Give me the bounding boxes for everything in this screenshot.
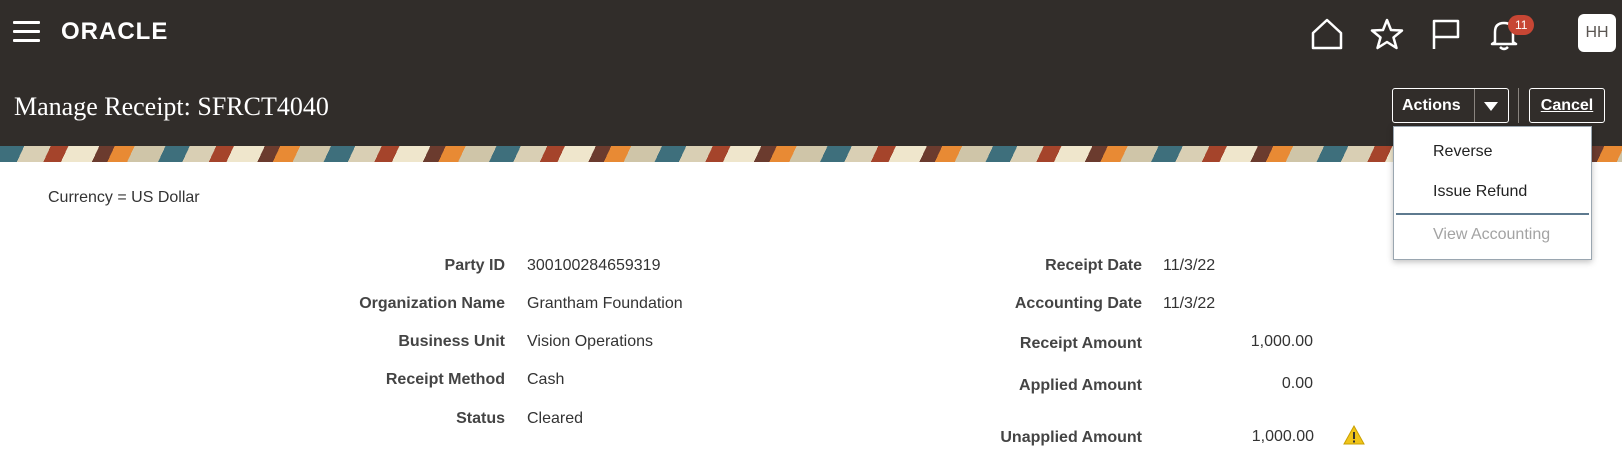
star-icon[interactable] — [1369, 16, 1405, 52]
accounting-date-label: Accounting Date — [1014, 295, 1142, 312]
actions-button-divider — [1474, 89, 1475, 122]
page-title: Manage Receipt: SFRCT4040 — [14, 92, 329, 121]
menu-divider — [1396, 213, 1589, 215]
oracle-logo[interactable]: ORACLE — [61, 18, 168, 46]
business-unit-value: Vision Operations — [527, 333, 653, 350]
organization-name-value: Grantham Foundation — [527, 295, 683, 312]
party-id-label: Party ID — [444, 257, 505, 274]
decorative-banner — [0, 146, 1622, 162]
home-icon[interactable] — [1309, 16, 1345, 52]
applied-amount-value[interactable]: 0.00 — [1282, 375, 1313, 393]
user-avatar[interactable]: HH — [1578, 14, 1616, 52]
business-unit-label: Business Unit — [398, 333, 505, 350]
actions-button-label: Actions — [1402, 97, 1461, 114]
receipt-method-value: Cash — [527, 371, 565, 388]
status-value: Cleared — [527, 410, 584, 427]
unapplied-amount-value: 1,000.00 — [1251, 428, 1314, 445]
receipt-amount-value: 1,000.00 — [1250, 333, 1313, 350]
actions-button[interactable]: Actions — [1392, 88, 1509, 123]
chevron-down-icon[interactable] — [1484, 102, 1498, 111]
hamburger-icon[interactable] — [13, 21, 40, 43]
menu-item-issue-refund[interactable]: Issue Refund — [1433, 183, 1527, 201]
status-label: Status — [456, 410, 505, 427]
receipt-method-label: Receipt Method — [385, 371, 505, 388]
accounting-date-value: 11/3/22 — [1163, 295, 1216, 312]
currency-label: Currency = US Dollar — [48, 189, 200, 206]
receipt-date-value: 11/3/22 — [1163, 257, 1216, 274]
global-header: ORACLE 11 HH — [0, 0, 1622, 68]
notification-count-badge: 11 — [1508, 15, 1535, 35]
applied-amount-label: Applied Amount — [1019, 377, 1142, 394]
toolbar-separator — [1518, 88, 1519, 123]
cancel-button-label: Cancel — [1540, 97, 1594, 114]
flag-icon[interactable] — [1428, 16, 1464, 52]
actions-menu: Reverse Issue Refund View Accounting — [1393, 126, 1592, 260]
menu-item-reverse[interactable]: Reverse — [1433, 143, 1493, 161]
receipt-amount-label: Receipt Amount — [1019, 335, 1142, 352]
unapplied-amount-label: Unapplied Amount — [1000, 429, 1142, 446]
menu-item-view-accounting: View Accounting — [1433, 226, 1551, 243]
party-id-value: 300100284659319 — [527, 257, 661, 274]
warning-icon[interactable] — [1343, 425, 1365, 445]
organization-name-label: Organization Name — [359, 295, 505, 312]
receipt-date-label: Receipt Date — [1045, 257, 1142, 274]
cancel-button[interactable]: Cancel — [1529, 88, 1605, 123]
